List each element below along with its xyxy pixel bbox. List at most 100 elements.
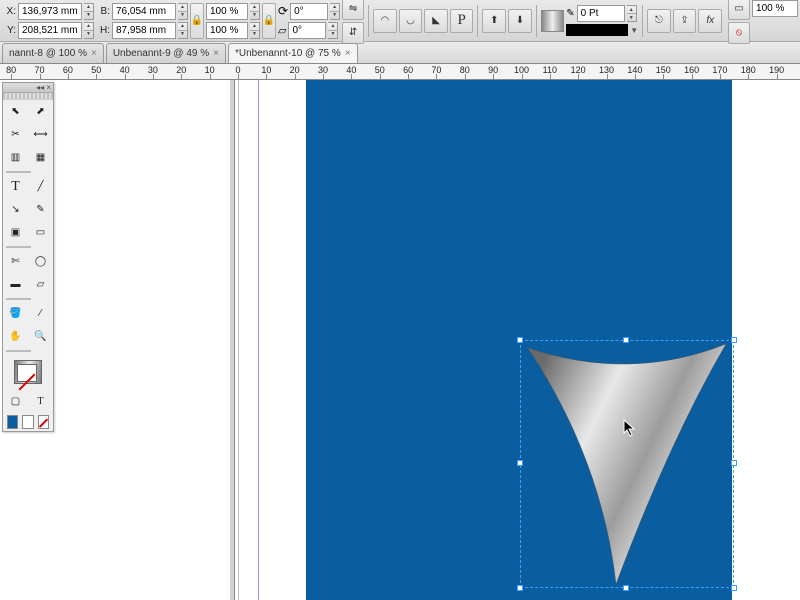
separator	[6, 350, 31, 352]
scale-x-field[interactable]: 100 %	[206, 3, 248, 20]
recent-color-blue[interactable]	[7, 415, 18, 429]
color-swatches[interactable]	[3, 354, 53, 390]
page-icon: ▭	[734, 3, 743, 14]
scallop-corners-button[interactable]: ◡	[399, 9, 423, 33]
handle-w[interactable]	[517, 460, 523, 466]
pen-tool[interactable]: ✎	[28, 198, 53, 221]
lock-ratio-button[interactable]: 🔒	[190, 3, 204, 39]
ruler-horizontal[interactable]: 8070605040302010010203040506070809010011…	[0, 64, 800, 80]
close-icon[interactable]: ×	[213, 48, 219, 59]
skew-field[interactable]: 0°	[288, 22, 326, 39]
text-wrap-button[interactable]: P	[450, 9, 474, 33]
polygon-tool[interactable]: ▬	[3, 273, 28, 296]
line-tool[interactable]: ╱	[28, 175, 53, 198]
handle-e[interactable]	[731, 460, 737, 466]
y-field[interactable]: 208,521 mm	[18, 22, 82, 39]
shape-tool[interactable]: ⬈	[28, 100, 53, 123]
rotation-spinner[interactable]: ▲▼	[330, 3, 340, 20]
ruler-origin-line	[238, 80, 239, 600]
effects-button[interactable]: fx	[698, 9, 722, 33]
graph-tool[interactable]: ▥	[3, 146, 28, 169]
handle-ne[interactable]	[731, 337, 737, 343]
ruler-tick-label: 30	[148, 65, 158, 75]
fill-dropdown[interactable]	[541, 10, 565, 32]
table-tool[interactable]: ▦	[28, 146, 53, 169]
page-edge	[234, 80, 235, 600]
outline-spinner[interactable]: ▲▼	[627, 5, 637, 22]
scale-group: 100 % ▲▼ 100 % ▲▼	[206, 3, 260, 39]
eyedropper-tool[interactable]: ⁄	[28, 302, 53, 325]
handle-se[interactable]	[731, 585, 737, 591]
outline-dialog-button[interactable]: ▢	[3, 390, 28, 413]
rotation-field[interactable]: 0°	[290, 3, 328, 20]
outline-color-dropdown[interactable]	[566, 24, 628, 36]
h-field[interactable]: 87,958 mm	[112, 22, 176, 39]
text-dialog-button[interactable]: T	[28, 390, 53, 413]
rotate-icon: ⟳	[278, 4, 288, 18]
recent-color-white[interactable]	[22, 415, 33, 429]
page-button[interactable]: ▭	[728, 0, 750, 20]
handle-s[interactable]	[623, 585, 629, 591]
handle-sw[interactable]	[517, 585, 523, 591]
ruler-tick-label: 160	[684, 65, 699, 75]
divider	[536, 5, 537, 37]
ruler-tick-label: 170	[712, 65, 727, 75]
scale-y-spinner[interactable]: ▲▼	[250, 22, 260, 39]
toolbox-grip[interactable]	[3, 93, 53, 100]
zoom-tool[interactable]: 🔍	[28, 325, 53, 348]
tab-doc-8[interactable]: nannt-8 @ 100 % ×	[2, 43, 104, 63]
freehand-tool[interactable]: ⟷	[28, 123, 53, 146]
scale-x-spinner[interactable]: ▲▼	[250, 3, 260, 20]
bezier-tool[interactable]: ↘	[3, 198, 28, 221]
chamfer-corners-button[interactable]: ◣	[424, 9, 448, 33]
skew-spinner[interactable]: ▲▼	[328, 22, 338, 39]
order-front-button[interactable]: ⬆	[482, 9, 506, 33]
fill-tool[interactable]: 🪣	[3, 302, 28, 325]
handle-nw[interactable]	[517, 337, 523, 343]
w-spinner[interactable]: ▲▼	[178, 3, 188, 20]
background-swatch[interactable]	[17, 364, 37, 382]
lock-scale-button[interactable]: 🔒	[262, 3, 276, 39]
selection-bounding-box	[520, 340, 734, 588]
close-icon[interactable]: ×	[91, 48, 97, 59]
ruler-tick-label: 60	[403, 65, 413, 75]
convert-curves-button[interactable]: ⎋	[647, 9, 671, 33]
outline-width-field[interactable]: 0 Pt	[577, 5, 625, 22]
h-spinner[interactable]: ▲▼	[178, 22, 188, 39]
x-field[interactable]: 136,973 mm	[18, 3, 82, 20]
tab-label: nannt-8 @ 100 %	[9, 48, 87, 59]
recent-color-none[interactable]	[38, 415, 49, 429]
pick-tool[interactable]: ⬉	[3, 100, 28, 123]
divider	[477, 5, 478, 37]
w-field[interactable]: 76,054 mm	[112, 3, 176, 20]
guide-line[interactable]	[258, 80, 259, 600]
opacity-field[interactable]: 100 %	[752, 0, 798, 17]
y-spinner[interactable]: ▲▼	[84, 22, 94, 39]
x-spinner[interactable]: ▲▼	[84, 3, 94, 20]
eyedropper-icon: ⁄	[40, 308, 42, 319]
hand-tool[interactable]: ✋	[3, 325, 28, 348]
envelope-tool[interactable]: ▣	[3, 221, 28, 244]
text-tool[interactable]: T	[3, 175, 28, 198]
basic-shapes-tool[interactable]: ▱	[28, 273, 53, 296]
toolbox-header[interactable]: ◂◂ ×	[3, 83, 53, 93]
document-tab-bar: nannt-8 @ 100 % × Unbenannt-9 @ 49 % × *…	[0, 42, 800, 64]
order-back-button[interactable]: ⬇	[508, 9, 532, 33]
export-button[interactable]: ⇪	[673, 9, 697, 33]
no-fill-button[interactable]: ⦸	[728, 22, 750, 44]
rectangle-tool[interactable]: ▭	[28, 221, 53, 244]
round-corners-button[interactable]: ◠	[373, 9, 397, 33]
crop-tool[interactable]: ✂	[3, 123, 28, 146]
close-icon[interactable]: ×	[345, 48, 351, 59]
mirror-horizontal-button[interactable]: ⇋	[342, 0, 364, 20]
text-dialog-icon: T	[37, 396, 43, 407]
mirror-vertical-button[interactable]: ⇵	[342, 22, 364, 44]
handle-n[interactable]	[623, 337, 629, 343]
canvas[interactable]	[0, 80, 800, 600]
knife-tool[interactable]: ✄	[3, 250, 28, 273]
scale-y-field[interactable]: 100 %	[206, 22, 248, 39]
tab-doc-10[interactable]: *Unbenannt-10 @ 75 % ×	[228, 43, 358, 63]
ruler-tick-label: 20	[176, 65, 186, 75]
tab-doc-9[interactable]: Unbenannt-9 @ 49 % ×	[106, 43, 226, 63]
ellipse-tool[interactable]: ◯	[28, 250, 53, 273]
